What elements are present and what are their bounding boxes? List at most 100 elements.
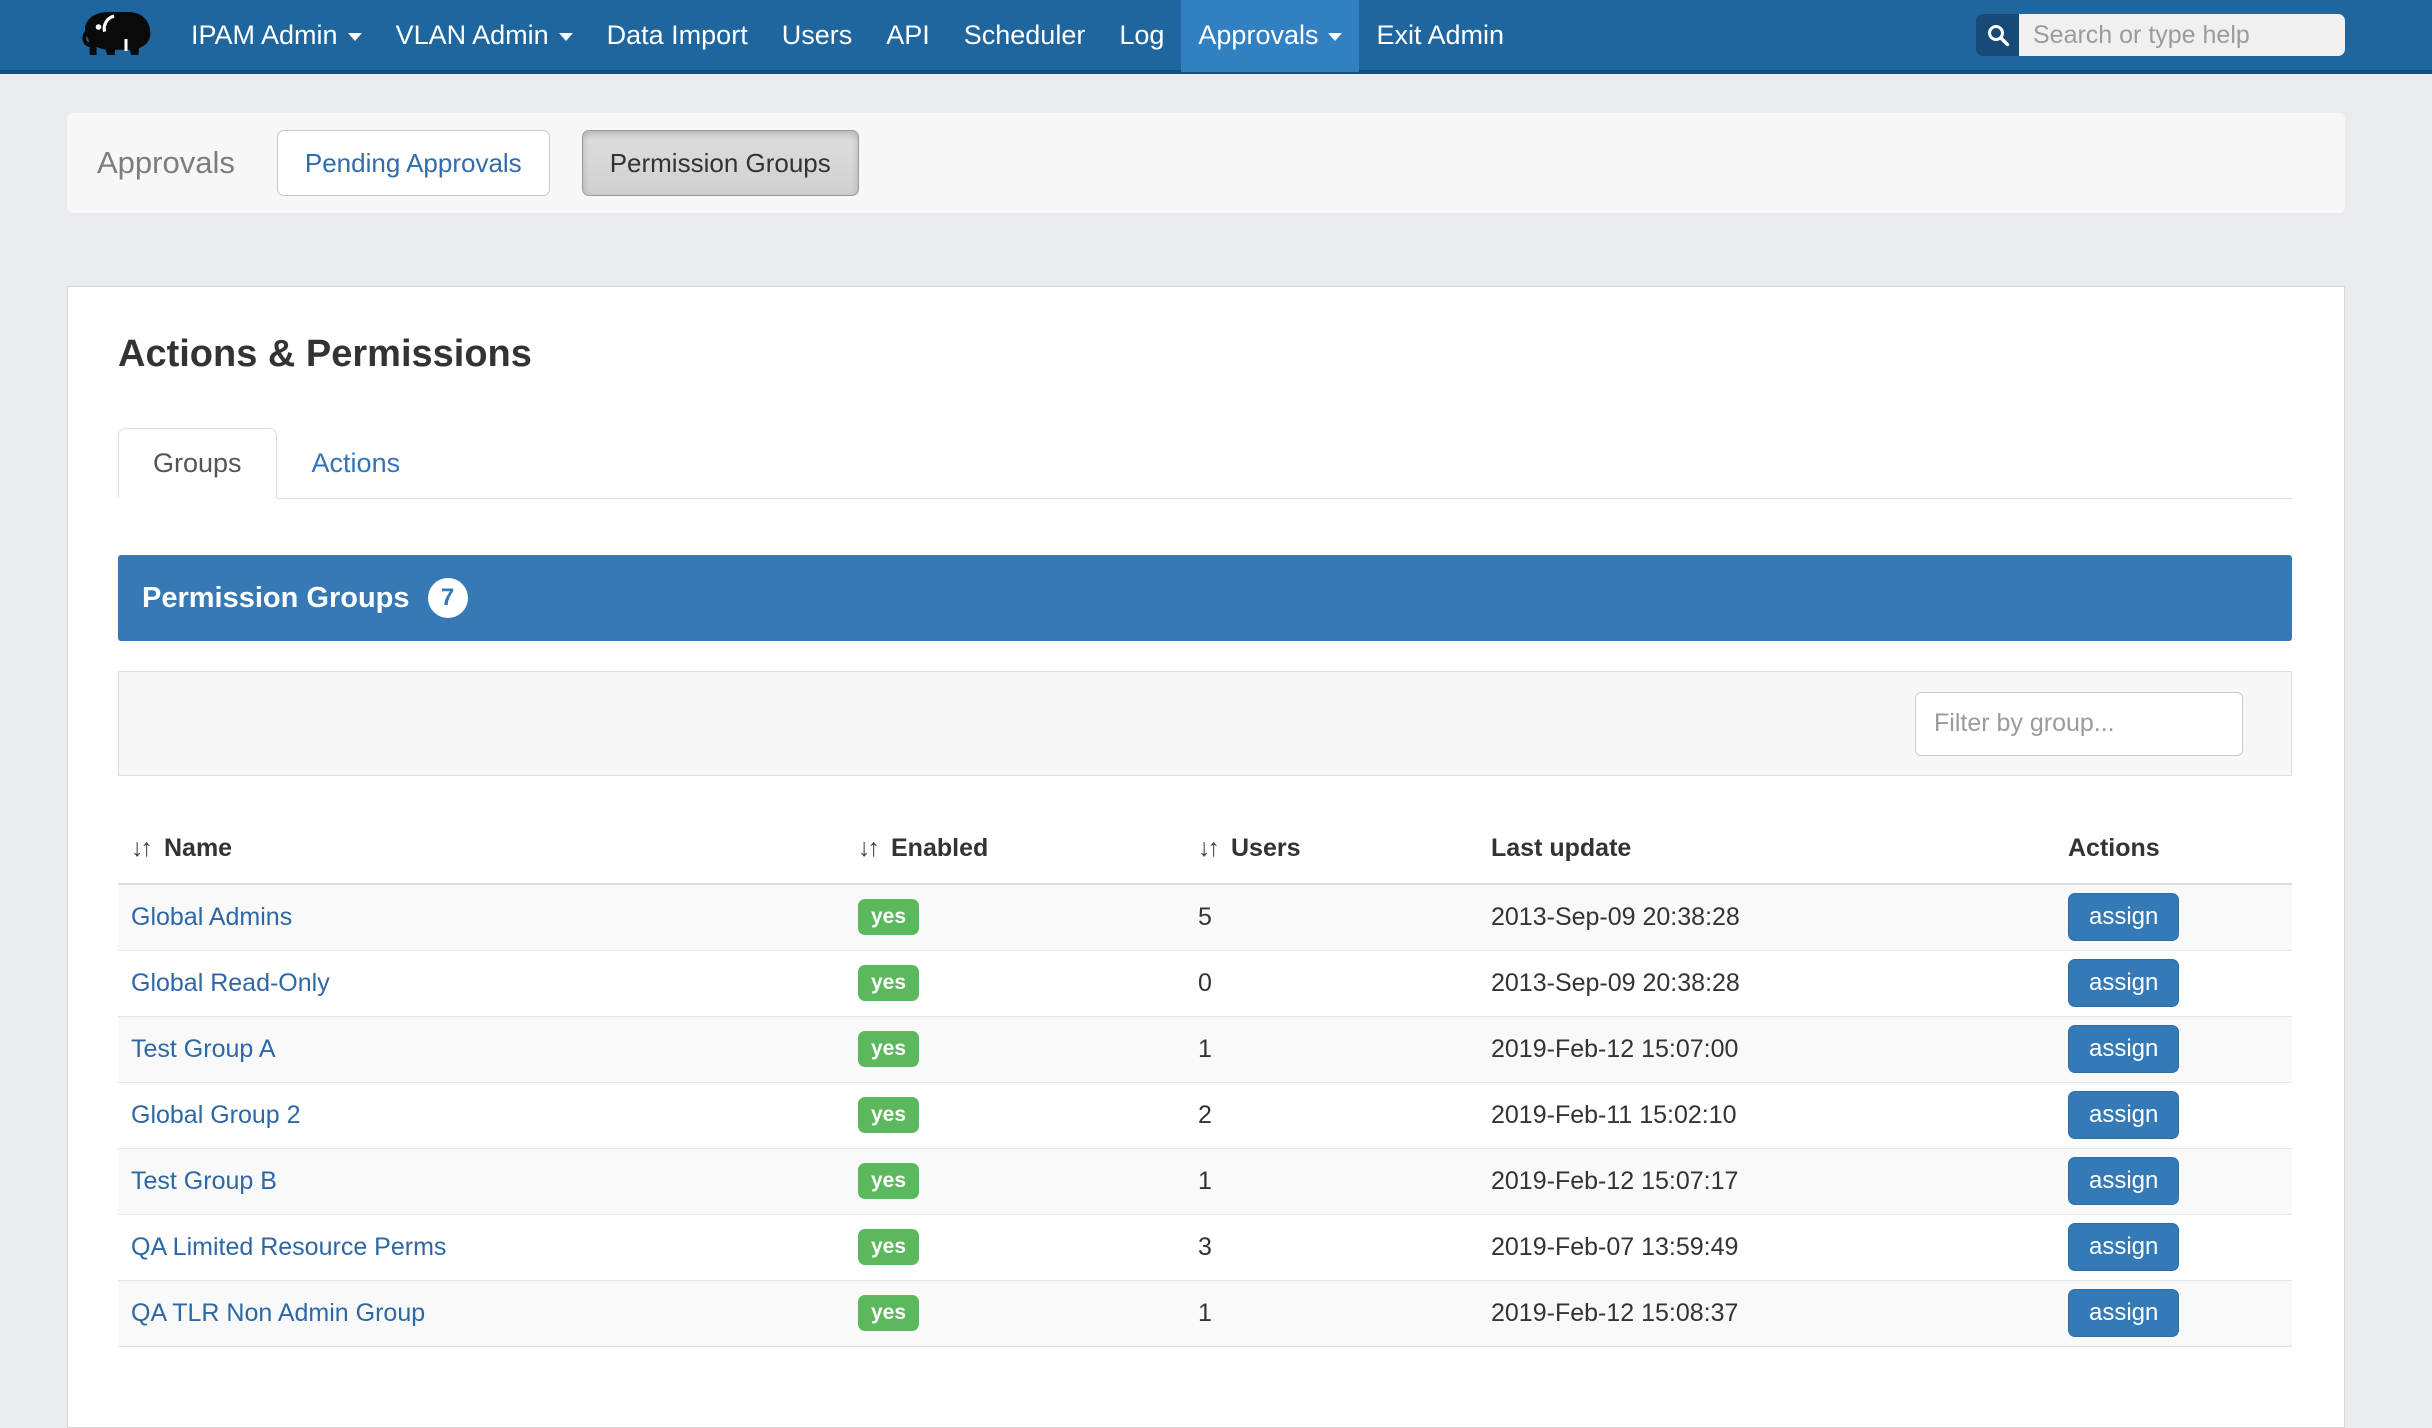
phpipam-elephant-logo-icon <box>74 6 160 64</box>
cell-users: 2 <box>1185 1082 1478 1148</box>
nav-item-data-import[interactable]: Data Import <box>590 0 765 72</box>
navbar-menu: IPAM Admin VLAN Admin Data Import Users API S… <box>174 0 1521 72</box>
cell-actions: assign <box>2055 1148 2292 1214</box>
search-input[interactable] <box>2019 14 2345 56</box>
cell-name: Global Group 2 <box>118 1082 845 1148</box>
nav-item-exit-admin[interactable]: Exit Admin <box>1359 0 1521 72</box>
cell-last-update: 2019-Feb-12 15:08:37 <box>1478 1280 2055 1346</box>
cell-users: 1 <box>1185 1016 1478 1082</box>
table-row: Test Group Byes12019-Feb-12 15:07:17assi… <box>118 1148 2292 1214</box>
table-header: ↓↑ Name ↓↑ Enabled ↓↑ Users Last update Actions <box>118 798 2292 884</box>
cell-enabled: yes <box>845 1148 1185 1214</box>
nav-item-label: Scheduler <box>964 20 1086 51</box>
column-label: Name <box>164 834 232 862</box>
group-name-link[interactable]: Test Group B <box>131 1167 277 1195</box>
column-header-enabled[interactable]: ↓↑ Enabled <box>845 798 1185 884</box>
group-name-link[interactable]: Global Admins <box>131 903 292 931</box>
nav-item-label: Approvals <box>1198 20 1318 51</box>
nav-item-vlan-admin[interactable]: VLAN Admin <box>379 0 590 72</box>
pending-approvals-button[interactable]: Pending Approvals <box>277 130 550 196</box>
page-header-buttons: Pending Approvals Permission Groups <box>277 130 859 196</box>
nav-item-label: IPAM Admin <box>191 20 338 51</box>
enabled-badge: yes <box>858 1163 919 1199</box>
table-row: Test Group Ayes12019-Feb-12 15:07:00assi… <box>118 1016 2292 1082</box>
nav-item-users[interactable]: Users <box>765 0 870 72</box>
cell-enabled: yes <box>845 950 1185 1016</box>
navbar-search <box>1976 14 2345 56</box>
assign-button[interactable]: assign <box>2068 1091 2179 1139</box>
assign-button[interactable]: assign <box>2068 1223 2179 1271</box>
cell-last-update: 2013-Sep-09 20:38:28 <box>1478 884 2055 950</box>
navbar: IPAM Admin VLAN Admin Data Import Users API S… <box>0 0 2432 74</box>
column-label: Actions <box>2068 834 2160 862</box>
column-label: Enabled <box>891 834 988 862</box>
cell-users: 3 <box>1185 1214 1478 1280</box>
group-name-link[interactable]: Test Group A <box>131 1035 276 1063</box>
assign-button[interactable]: assign <box>2068 1289 2179 1337</box>
enabled-badge: yes <box>858 965 919 1001</box>
group-name-link[interactable]: Global Read-Only <box>131 969 330 997</box>
sort-icon: ↓↑ <box>1198 834 1217 862</box>
nav-item-scheduler[interactable]: Scheduler <box>947 0 1103 72</box>
nav-item-ipam-admin[interactable]: IPAM Admin <box>174 0 379 72</box>
assign-button[interactable]: assign <box>2068 893 2179 941</box>
cell-name: Test Group A <box>118 1016 845 1082</box>
panel-title: Permission Groups <box>142 582 410 615</box>
nav-item-label: Exit Admin <box>1376 20 1504 51</box>
page-header-band: Approvals Pending Approvals Permission Gr… <box>67 113 2345 213</box>
enabled-badge: yes <box>858 1229 919 1265</box>
cell-actions: assign <box>2055 1280 2292 1346</box>
group-name-link[interactable]: Global Group 2 <box>131 1101 301 1129</box>
assign-button[interactable]: assign <box>2068 1157 2179 1205</box>
permission-groups-button[interactable]: Permission Groups <box>582 130 859 196</box>
assign-button[interactable]: assign <box>2068 1025 2179 1073</box>
cell-name: QA Limited Resource Perms <box>118 1214 845 1280</box>
actions-permissions-card: Actions & Permissions GroupsActions Perm… <box>67 286 2345 1428</box>
chevron-down-icon <box>1328 33 1342 41</box>
nav-item-api[interactable]: API <box>869 0 947 72</box>
column-label: Last update <box>1491 834 1631 862</box>
nav-item-label: Users <box>782 20 853 51</box>
chevron-down-icon <box>559 33 573 41</box>
column-header-last-update: Last update <box>1478 798 2055 884</box>
cell-users: 5 <box>1185 884 1478 950</box>
enabled-badge: yes <box>858 1097 919 1133</box>
cell-enabled: yes <box>845 1016 1185 1082</box>
cell-actions: assign <box>2055 1082 2292 1148</box>
permission-groups-table: ↓↑ Name ↓↑ Enabled ↓↑ Users Last update Actions… <box>118 798 2292 1347</box>
table-row: Global Read-Onlyyes02013-Sep-09 20:38:28… <box>118 950 2292 1016</box>
cell-enabled: yes <box>845 884 1185 950</box>
column-label: Users <box>1231 834 1301 862</box>
chevron-down-icon <box>348 33 362 41</box>
cell-users: 1 <box>1185 1148 1478 1214</box>
enabled-badge: yes <box>858 899 919 935</box>
assign-button[interactable]: assign <box>2068 959 2179 1007</box>
table-row: QA Limited Resource Permsyes32019-Feb-07… <box>118 1214 2292 1280</box>
group-name-link[interactable]: QA Limited Resource Perms <box>131 1233 446 1261</box>
cell-enabled: yes <box>845 1280 1185 1346</box>
nav-item-label: Data Import <box>607 20 748 51</box>
nav-item-approvals[interactable]: Approvals <box>1181 0 1359 72</box>
table-body: Global Adminsyes52013-Sep-09 20:38:28ass… <box>118 884 2292 1346</box>
page-title: Approvals <box>97 145 235 181</box>
cell-actions: assign <box>2055 950 2292 1016</box>
card-title: Actions & Permissions <box>118 333 2292 376</box>
group-name-link[interactable]: QA TLR Non Admin Group <box>131 1299 425 1327</box>
search-icon[interactable] <box>1976 14 2019 56</box>
tab-groups[interactable]: Groups <box>118 428 277 499</box>
sort-icon: ↓↑ <box>858 834 877 862</box>
column-header-name[interactable]: ↓↑ Name <box>118 798 845 884</box>
cell-name: Global Admins <box>118 884 845 950</box>
count-badge: 7 <box>428 578 468 618</box>
tab-actions[interactable]: Actions <box>277 428 436 499</box>
cell-last-update: 2013-Sep-09 20:38:28 <box>1478 950 2055 1016</box>
filter-by-group-input[interactable] <box>1915 692 2243 756</box>
nav-item-label: Log <box>1119 20 1164 51</box>
cell-actions: assign <box>2055 1214 2292 1280</box>
nav-item-log[interactable]: Log <box>1102 0 1181 72</box>
nav-item-label: VLAN Admin <box>396 20 549 51</box>
cell-name: Test Group B <box>118 1148 845 1214</box>
column-header-users[interactable]: ↓↑ Users <box>1185 798 1478 884</box>
sort-icon: ↓↑ <box>131 834 150 862</box>
cell-actions: assign <box>2055 1016 2292 1082</box>
